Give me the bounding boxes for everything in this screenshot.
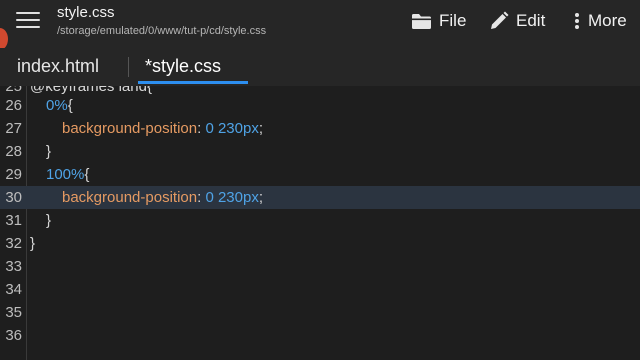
- current-code-line[interactable]: 30 background-position: 0 230px;: [0, 186, 640, 209]
- file-path: /storage/emulated/0/www/tut-p/cd/style.c…: [57, 25, 267, 37]
- hamburger-menu-icon[interactable]: [16, 9, 40, 31]
- code-text: background-position: 0 230px;: [62, 117, 263, 140]
- active-tab-indicator: [138, 81, 248, 84]
- code-line[interactable]: 31}: [0, 209, 640, 232]
- tab-index-html[interactable]: index.html: [17, 56, 99, 77]
- code-line[interactable]: 28}: [0, 140, 640, 163]
- line-number: 36: [5, 327, 22, 344]
- code-token-punct: ;: [258, 189, 263, 206]
- line-number: 32: [5, 235, 22, 252]
- code-line[interactable]: 29 100%{: [0, 163, 640, 186]
- line-number: 35: [5, 304, 22, 321]
- file-menu-label: File: [439, 11, 467, 30]
- more-menu-label: More: [588, 11, 627, 30]
- edit-menu-button[interactable]: Edit: [489, 10, 545, 32]
- file-tab-bar: index.html *style.css: [0, 48, 640, 87]
- line-number: 26: [5, 97, 22, 114]
- file-title: style.css: [57, 4, 115, 21]
- code-text: }: [46, 140, 51, 163]
- code-token-punct: ;: [258, 120, 263, 137]
- code-token-value: 0 230px: [205, 189, 259, 206]
- code-text: 0%{: [46, 94, 73, 117]
- more-menu-button[interactable]: More: [573, 10, 627, 32]
- app-bar: style.css /storage/emulated/0/www/tut-p/…: [0, 0, 640, 50]
- line-number: 34: [5, 281, 22, 298]
- code-token-punct: }: [46, 143, 52, 160]
- line-number: 33: [5, 258, 22, 275]
- code-line[interactable]: 34: [0, 278, 640, 301]
- code-text: }: [30, 232, 35, 255]
- line-number: 28: [5, 143, 22, 160]
- code-line[interactable]: 26 0%{: [0, 94, 640, 117]
- line-number: 30: [5, 189, 22, 206]
- recording-indicator: [0, 28, 8, 50]
- line-number: 27: [5, 120, 22, 137]
- code-token-prop: background-position: [62, 189, 198, 206]
- code-token-selector: 100%: [46, 166, 85, 183]
- file-menu-button[interactable]: File: [411, 10, 466, 32]
- edit-menu-label: Edit: [516, 11, 546, 30]
- code-token-punct: {: [84, 166, 90, 183]
- code-editor[interactable]: 25 @keyframes land{26 0%{27 background-posi…: [0, 86, 640, 360]
- tab-divider: [128, 57, 129, 77]
- code-token-prop: background-position: [62, 120, 198, 137]
- code-token-punct: }: [30, 235, 36, 252]
- code-line[interactable]: 33: [0, 255, 640, 278]
- code-text: 100%{: [46, 163, 89, 186]
- code-line[interactable]: 27 background-position: 0 230px;: [0, 117, 640, 140]
- line-number: 31: [5, 212, 22, 229]
- code-line[interactable]: 36: [0, 324, 640, 347]
- pencil-icon: [491, 11, 509, 29]
- code-token-punct: {: [67, 97, 73, 114]
- tab-style-css[interactable]: *style.css: [145, 56, 221, 77]
- code-line[interactable]: 32}: [0, 232, 640, 255]
- folder-icon: [412, 13, 431, 29]
- code-token-punct: }: [46, 212, 52, 229]
- code-text: }: [46, 209, 51, 232]
- code-line[interactable]: 35: [0, 301, 640, 324]
- line-number: 29: [5, 166, 22, 183]
- code-token-value: 0 230px: [205, 120, 259, 137]
- code-token-selector: 0%: [46, 97, 68, 114]
- more-vertical-icon: [575, 13, 579, 29]
- code-text: background-position: 0 230px;: [62, 186, 263, 209]
